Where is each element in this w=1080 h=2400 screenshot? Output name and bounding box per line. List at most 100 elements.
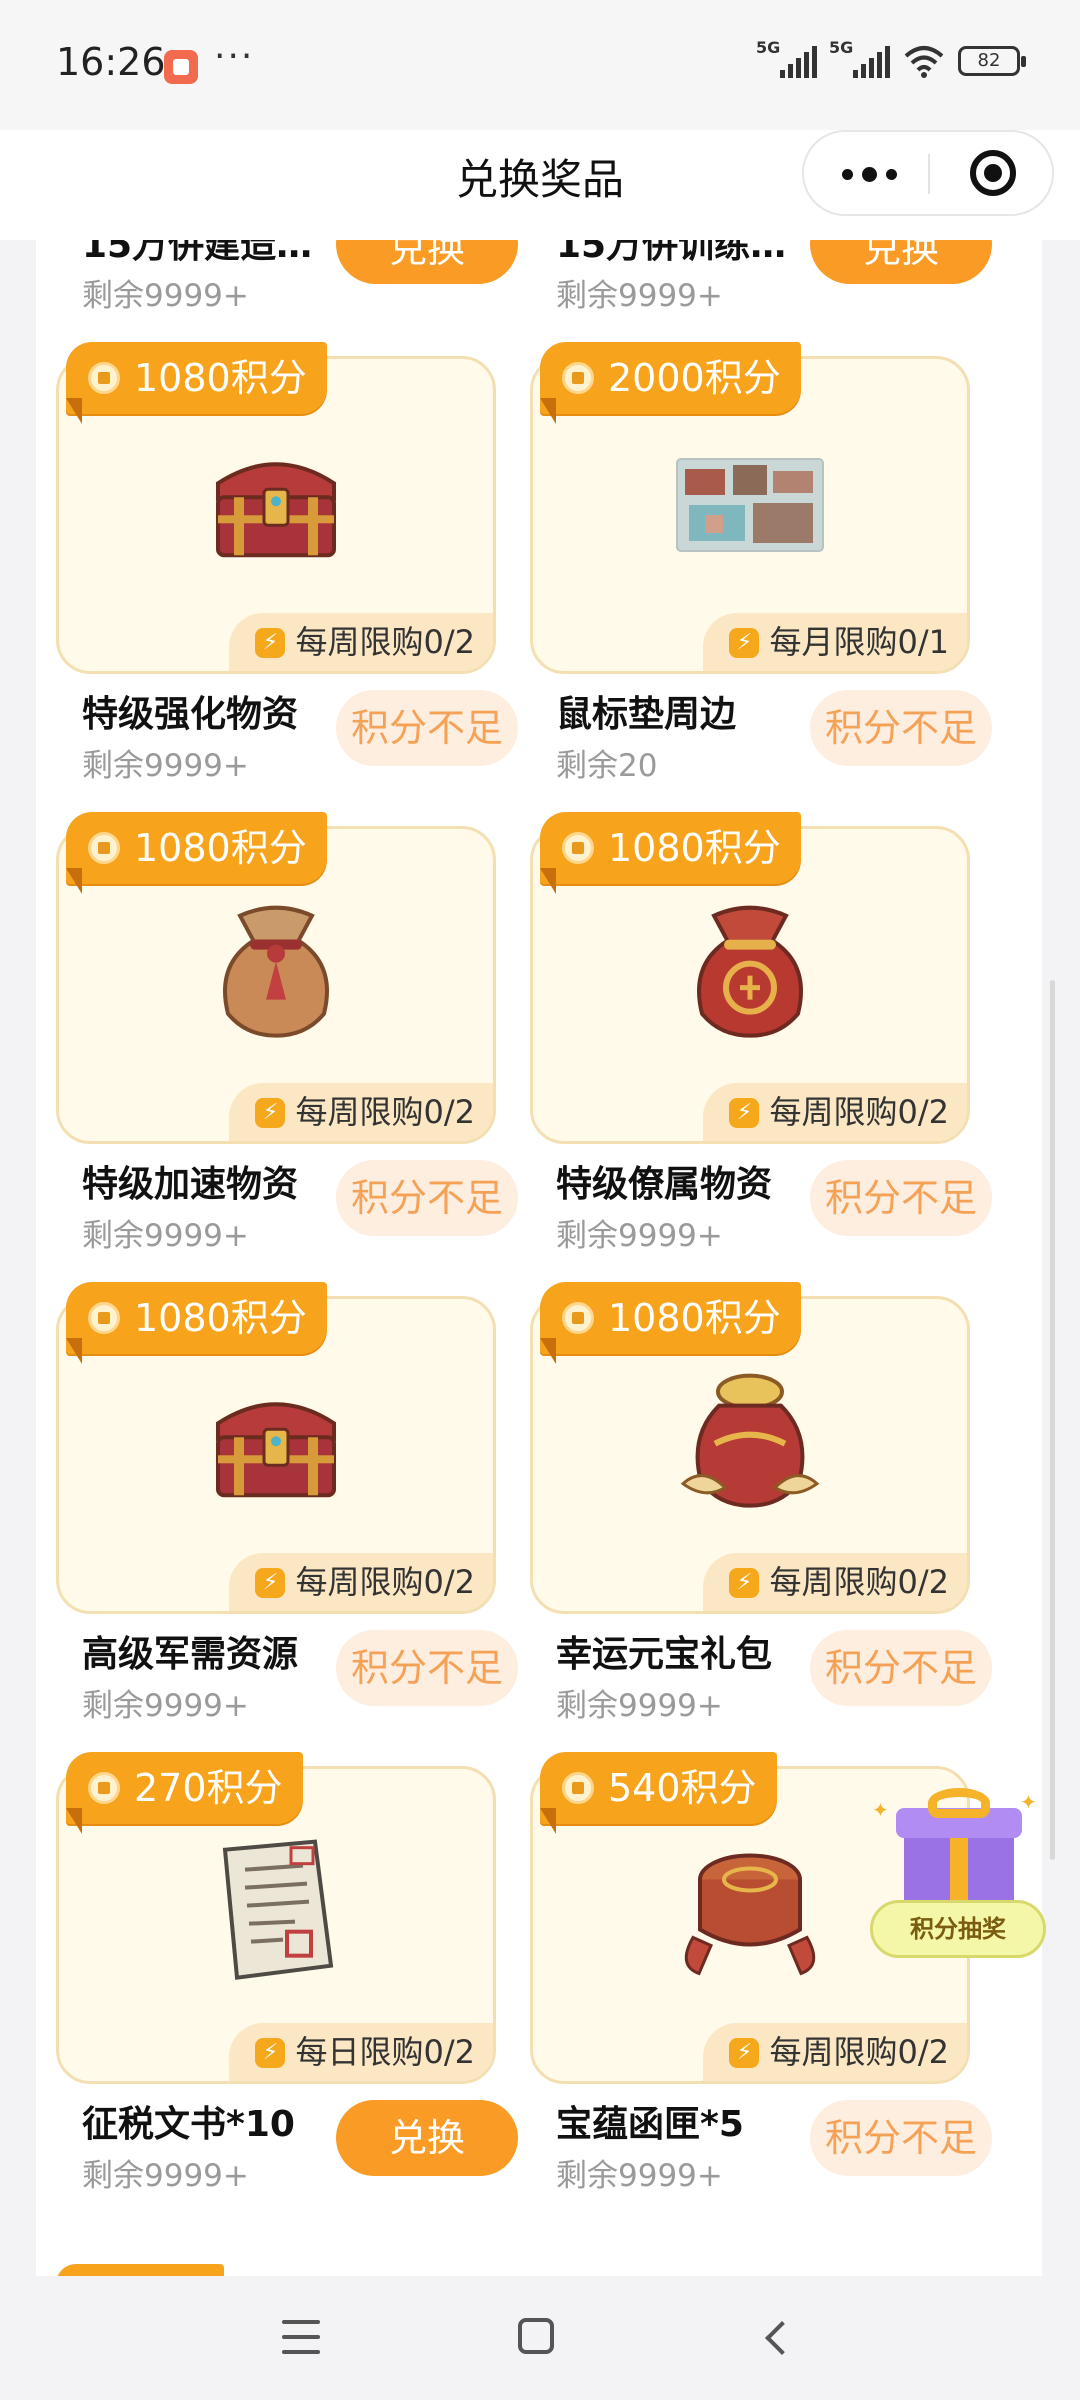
more-button[interactable] <box>804 132 928 214</box>
mousepad-image <box>675 457 825 557</box>
status-time: 16:26 <box>56 40 166 84</box>
lightning-icon: ⚡ <box>255 1568 286 1598</box>
lightning-icon: ⚡ <box>255 2038 286 2068</box>
reward-card[interactable]: ⚡ 每周限购0/2 1080积分 幸运元宝礼包 剩余9999+ 积分不足 <box>510 1280 992 1740</box>
wifi-icon <box>904 46 944 78</box>
exchange-button[interactable]: 兑换 <box>336 240 518 284</box>
reward-card[interactable]: ⚡ 每周限购0/2 1080积分 特级僚属物资 剩余9999+ 积分不足 <box>510 810 992 1270</box>
lightning-icon: ⚡ <box>255 1098 286 1128</box>
brown-pouch-image <box>206 896 346 1050</box>
scroll-document-image <box>211 1836 341 1990</box>
network-type-1: 5G <box>756 38 781 57</box>
price-ribbon: 1080积分 <box>66 342 327 424</box>
more-notifications-icon: ··· <box>214 36 255 77</box>
item-stock: 剩余9999+ <box>556 1688 723 1724</box>
more-dot-icon <box>886 169 897 180</box>
lottery-label: 积分抽奖 <box>870 1900 1046 1958</box>
item-stock: 剩余9999+ <box>556 278 723 314</box>
reward-card[interactable]: ⚡ 每月限购0/1 2000积分 鼠标垫周边 剩余20 积分不足 <box>510 340 992 800</box>
scrollbar[interactable] <box>1050 980 1055 1860</box>
points-coin-icon <box>562 1302 594 1334</box>
miniprogram-capsule <box>802 130 1054 216</box>
purchase-limit-badge: ⚡ 每周限购0/2 <box>229 613 493 671</box>
item-stock: 剩余20 <box>556 748 658 784</box>
purchase-limit-badge: ⚡ 每周限购0/2 <box>229 1083 493 1141</box>
item-name: 征税文书*10 <box>82 2104 295 2145</box>
purchase-limit-text: 每周限购0/2 <box>295 623 475 661</box>
treasure-chest-image <box>206 437 346 571</box>
red-pouch-image <box>680 896 820 1050</box>
price-text: 1080积分 <box>134 1296 307 1340</box>
reward-card[interactable]: ⚡ 每周限购0/2 1080积分 高级军需资源 剩余9999+ 积分不足 <box>36 1280 518 1740</box>
purchase-limit-text: 每月限购0/1 <box>769 623 949 661</box>
price-ribbon: 2000积分 <box>540 342 801 424</box>
more-dot-icon <box>862 167 877 182</box>
item-name: 特级僚属物资 <box>556 1164 773 1205</box>
item-name: 15万併训练… <box>556 240 787 266</box>
price-ribbon: 1080积分 <box>540 1282 801 1364</box>
purchase-limit-text: 每周限购0/2 <box>769 1093 949 1131</box>
lightning-icon: ⚡ <box>729 1098 760 1128</box>
gift-bow <box>928 1788 990 1818</box>
round-box-image <box>675 1841 825 1985</box>
purchase-limit-badge: ⚡ 每周限购0/2 <box>703 1553 967 1611</box>
price-text: 1080积分 <box>134 826 307 870</box>
purchase-limit-badge: ⚡ 每日限购0/2 <box>229 2023 493 2081</box>
item-stock: 剩余9999+ <box>556 2158 723 2194</box>
insufficient-points-button[interactable]: 积分不足 <box>336 1160 518 1236</box>
reward-card[interactable]: ⚡ 每周限购0/2 1080积分 特级加速物资 剩余9999+ 积分不足 <box>36 810 518 1270</box>
status-bar: 16:26 ··· 5G 5G 82 <box>0 0 1080 130</box>
item-name: 15万併建造… <box>82 240 313 266</box>
insufficient-points-button[interactable]: 积分不足 <box>810 1630 992 1706</box>
lightning-icon: ⚡ <box>729 2038 760 2068</box>
points-coin-icon <box>88 1302 120 1334</box>
lightning-icon: ⚡ <box>729 628 760 658</box>
exchange-button[interactable]: 兑换 <box>810 240 992 284</box>
item-stock: 剩余9999+ <box>82 1688 249 1724</box>
home-icon[interactable] <box>518 2318 554 2354</box>
purchase-limit-text: 每日限购0/2 <box>295 2033 475 2071</box>
status-indicators: 5G 5G 82 <box>756 38 1026 78</box>
insufficient-points-button[interactable]: 积分不足 <box>336 690 518 766</box>
price-text: 540积分 <box>608 1766 757 1810</box>
reward-list[interactable]: 15万併建造… 剩余9999+ 兑换 15万併训练… 剩余9999+ 兑换 ⚡ … <box>36 240 1042 2276</box>
item-name: 高级军需资源 <box>82 1634 299 1675</box>
item-name: 宝蕴函匣*5 <box>556 2104 744 2145</box>
price-ribbon: 1080积分 <box>66 812 327 894</box>
purchase-limit-badge: ⚡ 每周限购0/2 <box>229 1553 493 1611</box>
network-type-2: 5G <box>829 38 854 57</box>
item-stock: 剩余9999+ <box>82 1218 249 1254</box>
price-ribbon: 1080积分 <box>66 1282 327 1364</box>
cellular-signal-icon: 5G <box>756 38 817 78</box>
purchase-limit-text: 每周限购0/2 <box>295 1093 475 1131</box>
purchase-limit-badge: ⚡ 每月限购0/1 <box>703 613 967 671</box>
points-coin-icon <box>562 362 594 394</box>
insufficient-points-button[interactable]: 积分不足 <box>336 1630 518 1706</box>
insufficient-points-button[interactable]: 积分不足 <box>810 690 992 766</box>
close-miniprogram-icon[interactable] <box>970 150 1016 196</box>
item-name: 特级加速物资 <box>82 1164 299 1205</box>
points-coin-icon <box>562 832 594 864</box>
battery-icon: 82 <box>958 46 1026 76</box>
lightning-icon: ⚡ <box>729 1568 760 1598</box>
item-name: 特级强化物资 <box>82 694 299 735</box>
price-text: 1080积分 <box>608 826 781 870</box>
purchase-limit-text: 每周限购0/2 <box>295 1563 475 1601</box>
price-ribbon: 1080积分 <box>540 812 801 894</box>
more-dot-icon <box>842 169 853 180</box>
reward-card[interactable]: ⚡ 每日限购0/2 270积分 征税文书*10 剩余9999+ 兑换 <box>36 1750 518 2210</box>
reward-card[interactable]: ⚡ 每周限购0/2 1080积分 特级强化物资 剩余9999+ 积分不足 <box>36 340 518 800</box>
cellular-signal-icon-2: 5G <box>829 38 890 78</box>
insufficient-points-button[interactable]: 积分不足 <box>810 1160 992 1236</box>
next-item-price-ribbon <box>56 2264 224 2276</box>
gold-bag-image <box>675 1366 825 1520</box>
nav-header: 兑换奖品 <box>0 130 1080 240</box>
points-lottery-button[interactable]: ✦ ✦ 积分抽奖 <box>870 1788 1050 1964</box>
exchange-button[interactable]: 兑换 <box>336 2100 518 2176</box>
back-icon[interactable] <box>762 2320 790 2354</box>
sparkle-icon: ✦ <box>1020 1790 1037 1814</box>
recent-apps-icon[interactable] <box>282 2320 320 2354</box>
item-stock: 剩余9999+ <box>82 748 249 784</box>
capsule-divider <box>928 154 930 194</box>
insufficient-points-button[interactable]: 积分不足 <box>810 2100 992 2176</box>
